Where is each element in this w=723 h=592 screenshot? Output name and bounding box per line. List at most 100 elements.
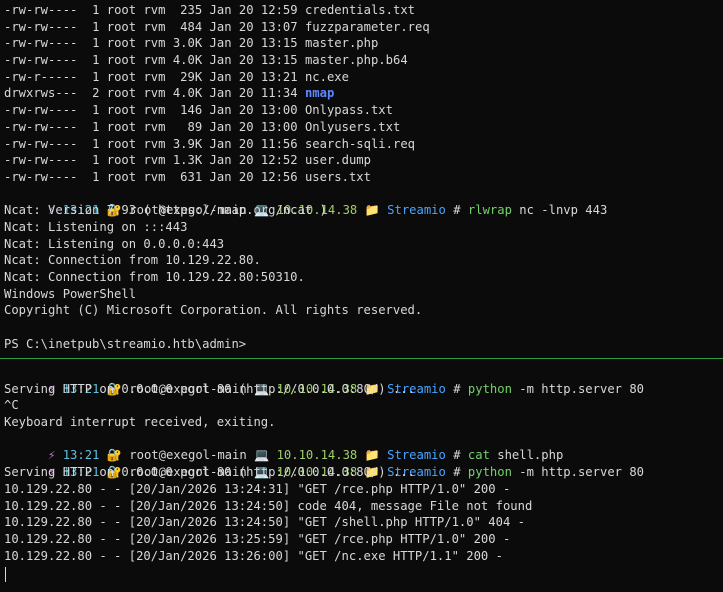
file-permissions: -rw-rw---- [4, 136, 78, 151]
prompt-directory: Streamio [387, 448, 446, 463]
output-line: Ncat: Connection from 10.129.22.80:50310… [4, 270, 305, 284]
file-size: 89 [172, 119, 203, 134]
pane-divider[interactable] [0, 358, 723, 359]
command-args: shell.php [497, 448, 564, 463]
file-owner: root [106, 103, 137, 118]
output-line: Ncat: Connection from 10.129.22.80. [4, 253, 261, 268]
listing-row: -rw-rw---- 1 root rvm 4.0K Jan 20 13:15 … [4, 52, 723, 69]
file-day: 20 [238, 136, 254, 151]
listing-row: -rw-rw---- 1 root rvm 631 Jan 20 12:56 u… [4, 169, 723, 186]
file-owner: root [106, 169, 137, 184]
file-time: 11:56 [260, 136, 298, 151]
file-owner: root [106, 119, 137, 134]
file-day: 20 [238, 36, 254, 51]
file-name: credentials.txt [304, 3, 415, 17]
file-size: 146 [172, 103, 203, 118]
output-line: 10.129.22.80 - - [20/Jan/2026 13:24:50] … [4, 498, 533, 513]
command-args: -m http.server 80 [519, 381, 645, 396]
lock-icon: 🔐 [106, 448, 122, 463]
output-line: ^C [4, 398, 19, 413]
prompt-directory: Streamio [387, 203, 446, 218]
file-time: 13:00 [260, 103, 298, 118]
file-month: Jan [209, 103, 232, 118]
file-group: rvm [143, 53, 166, 68]
terminal-output-top: -rw-rw---- 1 root rvm 235 Jan 20 12:59 c… [0, 0, 723, 352]
file-name: fuzzparameter.req [304, 19, 430, 34]
link-count: 1 [92, 36, 100, 51]
file-time: 13:15 [260, 53, 298, 68]
file-permissions: drwxrws--- [4, 86, 78, 101]
file-permissions: -rw-rw---- [4, 169, 78, 184]
file-day: 20 [238, 169, 254, 184]
prompt-time: 13:21 [62, 448, 100, 463]
file-day: 20 [238, 69, 254, 84]
file-group: rvm [143, 136, 166, 151]
file-size: 3.0K [172, 36, 203, 51]
file-owner: root [106, 19, 137, 34]
file-month: Jan [209, 53, 232, 68]
output-line: Copyright (C) Microsoft Corporation. All… [4, 303, 423, 318]
file-month: Jan [209, 69, 232, 84]
file-permissions: -rw-rw---- [4, 153, 78, 168]
file-month: Jan [209, 3, 232, 17]
file-time: 12:59 [260, 3, 298, 17]
file-name: Onlyusers.txt [304, 119, 401, 134]
directory-name: nmap [304, 86, 335, 101]
link-count: 1 [92, 136, 100, 151]
command-args: nc -lnvp 443 [519, 203, 608, 218]
listing-row: -rw-rw---- 1 root rvm 1.3K Jan 20 12:52 … [4, 152, 723, 169]
file-permissions: -rw-rw---- [4, 53, 78, 68]
prompt-line: ⚡ 13:21 🔐 root@exegol-main 💻 10.10.14.38… [4, 431, 723, 462]
link-count: 1 [92, 153, 100, 168]
file-size: 1.3K [172, 153, 203, 168]
output-line: Ncat: Listening on :::443 [4, 219, 188, 234]
file-owner: root [106, 153, 137, 168]
file-month: Jan [209, 86, 232, 101]
file-group: rvm [143, 153, 166, 168]
file-permissions: -rw-rw---- [4, 103, 78, 118]
command-output: Ncat: Version 7.93 ( https://nmap.org/nc… [4, 202, 723, 352]
file-group: rvm [143, 103, 166, 118]
command-name: cat [467, 448, 490, 463]
file-permissions: -rw-rw---- [4, 19, 78, 34]
file-time: 11:34 [260, 86, 298, 101]
file-permissions: -rw-rw---- [4, 3, 78, 17]
file-day: 20 [238, 119, 254, 134]
prompt-symbol: # [453, 448, 461, 463]
output-line: 10.129.22.80 - - [20/Jan/2026 13:24:50] … [4, 515, 525, 530]
file-time: 13:07 [260, 19, 298, 34]
file-owner: root [106, 69, 137, 84]
output-line: 10.129.22.80 - - [20/Jan/2026 13:24:31] … [4, 481, 511, 496]
file-time: 12:56 [260, 169, 298, 184]
file-time: 13:15 [260, 36, 298, 51]
file-size: 4.0K [172, 53, 203, 68]
link-count: 1 [92, 103, 100, 118]
listing-row: -rw-rw---- 1 root rvm 484 Jan 20 13:07 f… [4, 19, 723, 36]
file-size: 3.9K [172, 136, 203, 151]
command-args: -m http.server 80 [519, 465, 645, 480]
link-count: 1 [92, 53, 100, 68]
terminal-pane-top[interactable]: -rw-rw---- 1 root rvm 235 Jan 20 12:59 c… [0, 0, 723, 358]
terminal-pane-bottom[interactable]: ⚡ 13:21 🔐 root@exegol-main 💻 10.10.14.38… [0, 362, 723, 592]
file-time: 12:52 [260, 153, 298, 168]
file-group: rvm [143, 3, 166, 17]
file-name: search-sqli.req [304, 136, 415, 151]
folder-icon: 📁 [364, 448, 380, 463]
file-day: 20 [238, 86, 254, 101]
link-count: 1 [92, 69, 100, 84]
file-time: 13:00 [260, 119, 298, 134]
listing-row: -rw-rw---- 1 root rvm 146 Jan 20 13:00 O… [4, 102, 723, 119]
file-day: 20 [238, 153, 254, 168]
output-line: 10.129.22.80 - - [20/Jan/2026 13:25:59] … [4, 531, 511, 546]
file-group: rvm [143, 69, 166, 84]
listing-row: -rw-rw---- 1 root rvm 3.0K Jan 20 13:15 … [4, 35, 723, 52]
file-size: 484 [172, 19, 203, 34]
prompt-user-host: root@exegol-main [129, 448, 247, 463]
file-name: master.php [304, 36, 379, 51]
file-name: nc.exe [304, 69, 349, 84]
file-size: 235 [172, 3, 203, 17]
file-name: user.dump [304, 153, 371, 168]
file-month: Jan [209, 119, 232, 134]
prompt-line: ⚡ 13:21 🔐 root@exegol-main 💻 10.10.14.38… [4, 364, 723, 396]
file-owner: root [106, 36, 137, 51]
